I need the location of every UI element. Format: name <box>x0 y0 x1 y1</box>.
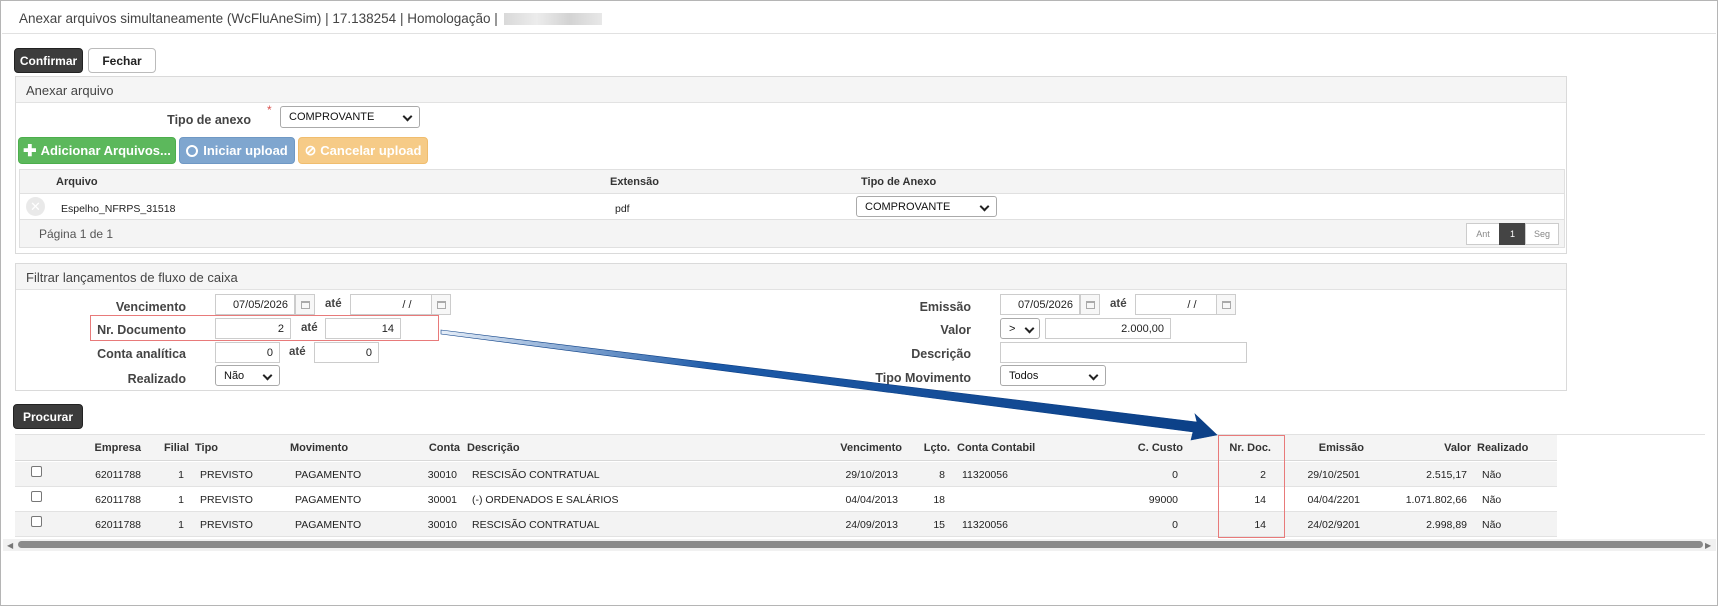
window: Anexar arquivos simultaneamente (WcFluAn… <box>0 0 1718 606</box>
annotation-arrow <box>440 329 1218 441</box>
